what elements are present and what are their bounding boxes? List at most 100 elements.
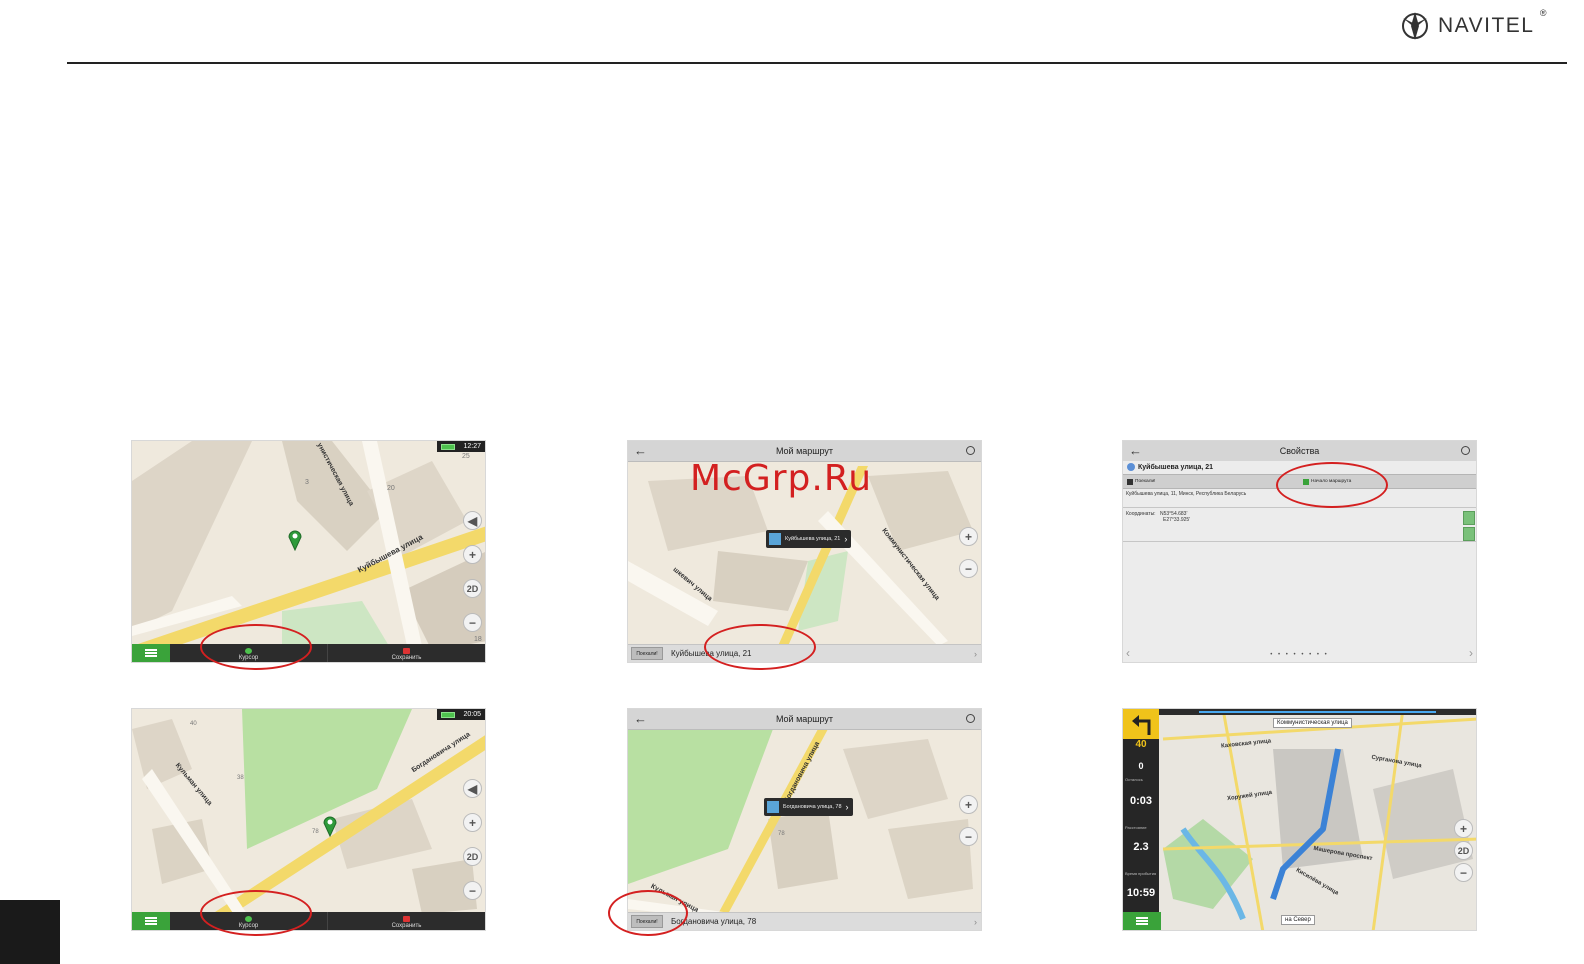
address-popup[interactable]: Куйбышева улица, 21 › bbox=[766, 530, 852, 548]
nav-info-panel: 40 0 Осталось 0:03 Расстояние 2.3 Время … bbox=[1123, 709, 1159, 930]
poi-icon bbox=[1127, 463, 1135, 471]
map-canvas bbox=[1123, 709, 1476, 930]
chevron-right-icon[interactable]: › bbox=[974, 917, 977, 927]
minus-icon: − bbox=[468, 615, 476, 630]
menu-icon bbox=[145, 917, 157, 925]
highlight-ellipse bbox=[200, 624, 312, 670]
save-button[interactable]: Сохранить bbox=[328, 912, 485, 930]
minus-icon: − bbox=[964, 829, 972, 844]
minus-icon: − bbox=[468, 883, 476, 898]
zoom-out-button[interactable]: − bbox=[959, 827, 978, 846]
page-title: Мой маршрут bbox=[775, 446, 834, 456]
screenshot-map-cursor-2: 20:05 Богдановича улица Кульман улица 78… bbox=[131, 708, 486, 931]
volume-button[interactable]: ◀ bbox=[463, 779, 482, 798]
plus-icon: + bbox=[964, 529, 972, 544]
chevron-left-icon[interactable]: ‹ bbox=[1126, 646, 1130, 660]
house-icon bbox=[769, 533, 781, 545]
screenshot-map-cursor-1: 12:27 Куйбышева улица унистическая улица… bbox=[131, 440, 486, 663]
page-tab bbox=[0, 900, 60, 964]
route-progress-fill bbox=[1199, 711, 1436, 713]
globe-icon[interactable] bbox=[966, 446, 975, 455]
plus-icon: + bbox=[468, 547, 476, 562]
menu-icon bbox=[145, 649, 157, 657]
title-bar: ← Мой маршрут bbox=[628, 709, 981, 730]
globe-icon[interactable] bbox=[966, 714, 975, 723]
highlight-ellipse bbox=[704, 624, 816, 670]
chevron-right-icon[interactable]: › bbox=[1469, 646, 1473, 660]
speaker-icon: ◀ bbox=[467, 781, 478, 796]
status-bar: 20:05 bbox=[437, 709, 485, 720]
speaker-icon: ◀ bbox=[467, 513, 478, 528]
house-number: 78 bbox=[778, 831, 785, 837]
brand-reg: ® bbox=[1539, 8, 1547, 18]
side-action-button-2[interactable] bbox=[1463, 527, 1475, 541]
chevron-right-icon: › bbox=[845, 802, 849, 812]
watermark: McGrp.Ru bbox=[690, 458, 873, 499]
direction-tag: на Север bbox=[1281, 915, 1315, 925]
view-2d-button[interactable]: 2D bbox=[463, 579, 482, 598]
go-label: Поехали! bbox=[1135, 479, 1156, 484]
flag-icon bbox=[403, 916, 410, 922]
zoom-out-button[interactable]: − bbox=[463, 613, 482, 632]
turn-left-icon bbox=[1132, 715, 1151, 735]
battery-icon bbox=[441, 443, 455, 450]
save-button-label: Сохранить bbox=[391, 655, 422, 661]
zoom-in-button[interactable]: + bbox=[959, 795, 978, 814]
screenshot-navigation: 40 0 Осталось 0:03 Расстояние 2.3 Время … bbox=[1122, 708, 1477, 931]
house-number-3: 38 bbox=[237, 775, 244, 781]
remain-label: Осталось bbox=[1125, 777, 1143, 782]
coords-label: Координаты: bbox=[1126, 511, 1156, 517]
page-dots: • • • • • • • • bbox=[1270, 652, 1329, 658]
distance-label: Расстояние bbox=[1125, 825, 1147, 830]
zoom-in-button[interactable]: + bbox=[463, 813, 482, 832]
arrive-label: Время прибытия bbox=[1125, 871, 1157, 876]
minus-icon: − bbox=[1459, 865, 1467, 880]
turn-indicator bbox=[1123, 709, 1159, 739]
volume-button[interactable]: ◀ bbox=[463, 511, 482, 530]
menu-button[interactable] bbox=[132, 912, 170, 930]
zoom-in-button[interactable]: + bbox=[1454, 819, 1473, 838]
minus-icon: − bbox=[964, 561, 972, 576]
house-number-2: 40 bbox=[190, 721, 197, 727]
popup-label: Богдановича улица, 78 bbox=[783, 804, 842, 810]
save-button[interactable]: Сохранить bbox=[328, 644, 485, 662]
view-2d-button[interactable]: 2D bbox=[1454, 841, 1473, 860]
highlight-ellipse bbox=[200, 890, 312, 936]
house-number-4: 3 bbox=[305, 479, 309, 486]
plus-icon: + bbox=[1459, 821, 1467, 836]
go-button[interactable]: Поехали! bbox=[1127, 477, 1156, 486]
globe-icon[interactable] bbox=[1461, 446, 1470, 455]
brand-name: NAVITEL bbox=[1438, 14, 1535, 37]
zoom-out-button[interactable]: − bbox=[1454, 863, 1473, 882]
side-action-button[interactable] bbox=[1463, 511, 1475, 525]
zoom-out-button[interactable]: − bbox=[463, 881, 482, 900]
screenshot-my-route-2: ← Мой маршрут Богдановича улица Кульман … bbox=[627, 708, 982, 931]
chevron-right-icon[interactable]: › bbox=[974, 649, 977, 659]
clock: 12:27 bbox=[463, 443, 481, 450]
menu-button[interactable] bbox=[1123, 912, 1161, 930]
highlight-ellipse bbox=[608, 890, 688, 936]
heading-text: Куйбышева улица, 21 bbox=[1138, 463, 1214, 471]
view-2d-button[interactable]: 2D bbox=[463, 847, 482, 866]
back-arrow-icon[interactable]: ← bbox=[634, 444, 647, 458]
status-bar: 12:27 bbox=[437, 441, 485, 452]
coord-east: E27°33.925' bbox=[1163, 517, 1191, 523]
map-canvas bbox=[132, 709, 485, 930]
address-line: Куйбышева улица, 11, Минск, Республика Б… bbox=[1126, 491, 1247, 497]
house-number-3: 18 bbox=[474, 636, 482, 643]
menu-button[interactable] bbox=[132, 644, 170, 662]
page-title: Свойства bbox=[1279, 446, 1320, 456]
back-arrow-icon[interactable]: ← bbox=[1129, 444, 1142, 458]
distance-to-turn: 0 bbox=[1138, 761, 1144, 771]
address-popup[interactable]: Богдановича улица, 78 › bbox=[764, 798, 853, 816]
zoom-out-button[interactable]: − bbox=[959, 559, 978, 578]
divider bbox=[1123, 507, 1476, 508]
go-button[interactable]: Поехали! bbox=[631, 647, 663, 660]
zoom-in-button[interactable]: + bbox=[463, 545, 482, 564]
zoom-in-button[interactable]: + bbox=[959, 527, 978, 546]
checkered-flag-icon bbox=[1127, 478, 1133, 485]
map-canvas bbox=[132, 441, 485, 662]
map-pin-icon bbox=[323, 816, 337, 837]
map-pin-icon bbox=[288, 530, 302, 551]
back-arrow-icon[interactable]: ← bbox=[634, 712, 647, 726]
